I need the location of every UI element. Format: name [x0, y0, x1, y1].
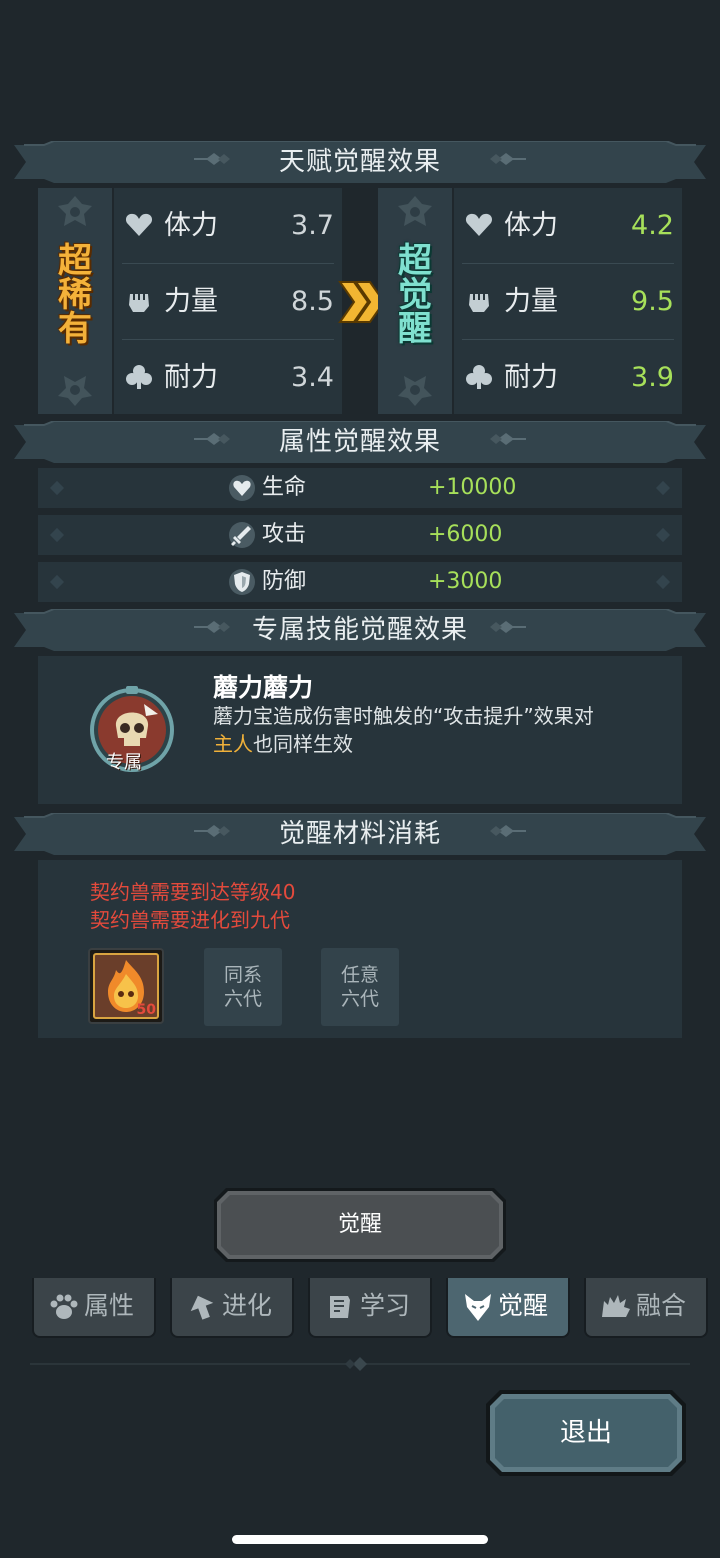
attr-label: 防御 [262, 569, 307, 594]
diamond-icon [49, 527, 65, 543]
stat-value: 3.9 [631, 362, 674, 393]
skill-description: 蘑力宝造成伤害时触发的“攻击提升”效果对 主人也同样生效 [213, 702, 673, 758]
ornament-icon [56, 370, 94, 408]
attr-row-hp: 生命 +10000 [38, 468, 682, 508]
slot-text: 同系 [223, 964, 262, 986]
stat-value: 8.5 [291, 286, 334, 317]
fist-icon [124, 286, 154, 316]
heart-shield-icon [229, 475, 255, 501]
diamond-icon [655, 527, 671, 543]
ornament-icon [396, 370, 434, 408]
shield-icon [229, 569, 255, 595]
slot-text: 六代 [340, 988, 379, 1010]
stat-value: 9.5 [631, 286, 674, 317]
stat-label: 体力 [164, 210, 218, 241]
talent-after-panel: 体力 4.2 力量 9.5 耐力 3.9 [454, 188, 682, 414]
separator [30, 1357, 690, 1371]
tab-attributes[interactable]: 属性 [32, 1278, 156, 1338]
material-slot-any-type[interactable]: 任意 六代 [321, 948, 399, 1026]
attr-value: +10000 [428, 475, 517, 500]
rarity-after-column: 超觉醒 [378, 188, 452, 414]
stat-value: 3.4 [291, 362, 334, 393]
skill-badge[interactable]: 专属 [88, 686, 176, 774]
attr-value: +3000 [428, 569, 503, 594]
attribute-section-header: 属性觉醒效果 [14, 421, 706, 463]
heart-icon [124, 210, 154, 240]
stat-label: 耐力 [504, 362, 558, 393]
fist-icon [464, 286, 494, 316]
exit-button[interactable]: 退出 [486, 1390, 686, 1476]
tab-label: 学习 [360, 1291, 411, 1320]
attr-label: 生命 [262, 475, 307, 500]
material-section-title: 觉醒材料消耗 [278, 819, 441, 849]
skill-section-header: 专属技能觉醒效果 [14, 609, 706, 651]
stat-row-strength-after: 力量 9.5 [454, 264, 682, 340]
stat-row-strength-before: 力量 8.5 [114, 264, 342, 340]
awaken-button[interactable]: 觉醒 [214, 1188, 506, 1262]
tab-evolution[interactable]: 进化 [170, 1278, 294, 1338]
tab-label: 觉醒 [498, 1291, 549, 1320]
attr-row-defense: 防御 +3000 [38, 562, 682, 602]
home-indicator[interactable] [232, 1535, 488, 1544]
beast-icon [602, 1295, 630, 1317]
stat-label: 体力 [504, 210, 558, 241]
stat-value: 4.2 [631, 210, 674, 241]
stat-row-stamina-before: 体力 3.7 [114, 188, 342, 264]
awaken-button-label: 觉醒 [337, 1212, 382, 1237]
tab-learning[interactable]: 学习 [308, 1278, 432, 1338]
book-icon [330, 1296, 350, 1318]
stat-label: 力量 [164, 286, 218, 317]
tab-label: 融合 [636, 1291, 687, 1320]
diamond-icon [655, 574, 671, 590]
arrow-up-icon [190, 1295, 214, 1320]
diamond-icon [655, 480, 671, 496]
material-item-count: 50 [136, 1002, 156, 1018]
sword-icon [229, 522, 255, 548]
skill-name: 蘑力蘑力 [213, 673, 314, 702]
slot-text: 任意 [340, 964, 379, 986]
talent-section-header: 天赋觉醒效果 [14, 141, 706, 183]
attr-value: +6000 [428, 522, 503, 547]
stat-row-endurance-before: 耐力 3.4 [114, 340, 342, 416]
talent-section-title: 天赋觉醒效果 [278, 147, 441, 177]
tab-label: 进化 [222, 1291, 273, 1320]
heart-icon [464, 210, 494, 240]
rarity-before-label: 超稀有 [58, 241, 92, 349]
material-item-slot[interactable]: 50 [88, 948, 164, 1024]
skill-badge-label: 专属 [106, 752, 142, 773]
tab-awakening[interactable]: 觉醒 [446, 1278, 570, 1338]
skill-desc-text: 蘑力宝造成伤害时触发的“攻击提升”效果对 [213, 704, 594, 728]
material-section-header: 觉醒材料消耗 [14, 813, 706, 855]
diamond-icon [49, 574, 65, 590]
wolf-icon [465, 1294, 491, 1321]
stat-row-stamina-after: 体力 4.2 [454, 188, 682, 264]
skill-desc-text: 也同样生效 [253, 732, 353, 756]
attr-row-attack: 攻击 +6000 [38, 515, 682, 555]
skill-section-title: 专属技能觉醒效果 [251, 615, 468, 645]
stat-value: 3.7 [291, 210, 334, 241]
club-icon [464, 362, 494, 392]
tab-label: 属性 [84, 1291, 135, 1320]
attribute-section-title: 属性觉醒效果 [278, 427, 441, 457]
paw-icon [50, 1294, 78, 1319]
tab-fusion[interactable]: 融合 [584, 1278, 708, 1338]
skill-desc-highlight: 主人 [213, 732, 253, 756]
diamond-icon [49, 480, 65, 496]
stat-row-endurance-after: 耐力 3.9 [454, 340, 682, 416]
talent-before-panel: 体力 3.7 力量 8.5 耐力 3.4 [114, 188, 342, 414]
ornament-icon [56, 194, 94, 232]
requirement-text: 契约兽需要到达等级40 [90, 880, 296, 904]
stat-label: 耐力 [164, 362, 218, 393]
exit-button-label: 退出 [559, 1418, 612, 1448]
requirement-text: 契约兽需要进化到九代 [90, 908, 290, 932]
rarity-after-label: 超觉醒 [398, 241, 432, 349]
ornament-icon [396, 194, 434, 232]
stat-label: 力量 [504, 286, 558, 317]
club-icon [124, 362, 154, 392]
slot-text: 六代 [223, 988, 262, 1010]
material-slot-same-type[interactable]: 同系 六代 [204, 948, 282, 1026]
rarity-before-column: 超稀有 [38, 188, 112, 414]
attr-label: 攻击 [262, 522, 307, 547]
